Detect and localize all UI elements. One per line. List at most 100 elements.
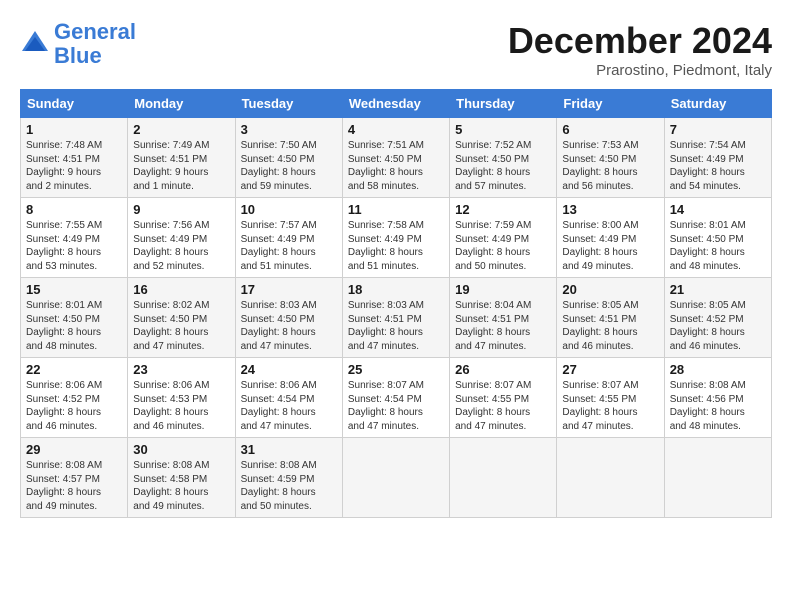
day-number: 21 (670, 282, 766, 297)
day-info: Sunrise: 8:06 AM Sunset: 4:52 PM Dayligh… (26, 379, 122, 433)
calendar-cell: 17 Sunrise: 8:03 AM Sunset: 4:50 PM Dayli… (235, 278, 342, 358)
day-header-wednesday: Wednesday (342, 90, 449, 118)
day-info: Sunrise: 7:51 AM Sunset: 4:50 PM Dayligh… (348, 139, 444, 193)
calendar-cell: 1 Sunrise: 7:48 AM Sunset: 4:51 PM Daylig… (21, 118, 128, 198)
calendar-cell: 19Sunrise: 8:04 AM Sunset: 4:51 PM Dayli… (450, 278, 557, 358)
day-number: 27 (562, 362, 658, 377)
day-info: Sunrise: 7:49 AM Sunset: 4:51 PM Dayligh… (133, 139, 229, 193)
calendar-week-5: 29Sunrise: 8:08 AM Sunset: 4:57 PM Dayli… (21, 438, 772, 518)
logo-text: General Blue (54, 20, 136, 68)
day-info: Sunrise: 8:07 AM Sunset: 4:55 PM Dayligh… (455, 379, 551, 433)
day-number: 17 (241, 282, 337, 297)
calendar-week-4: 22 Sunrise: 8:06 AM Sunset: 4:52 PM Dayli… (21, 358, 772, 438)
calendar-cell: 11Sunrise: 7:58 AM Sunset: 4:49 PM Dayli… (342, 198, 449, 278)
day-info: Sunrise: 8:08 AM Sunset: 4:56 PM Dayligh… (670, 379, 766, 433)
calendar-cell: 23Sunrise: 8:06 AM Sunset: 4:53 PM Dayli… (128, 358, 235, 438)
calendar-cell: 6 Sunrise: 7:53 AM Sunset: 4:50 PM Daylig… (557, 118, 664, 198)
calendar-cell: 7Sunrise: 7:54 AM Sunset: 4:49 PM Daylig… (664, 118, 771, 198)
calendar-cell: 3 Sunrise: 7:50 AM Sunset: 4:50 PM Daylig… (235, 118, 342, 198)
day-number: 9 (133, 202, 229, 217)
calendar-cell: 25Sunrise: 8:07 AM Sunset: 4:54 PM Dayli… (342, 358, 449, 438)
day-info: Sunrise: 7:58 AM Sunset: 4:49 PM Dayligh… (348, 219, 444, 273)
calendar-cell: 26 Sunrise: 8:07 AM Sunset: 4:55 PM Dayli… (450, 358, 557, 438)
day-info: Sunrise: 8:06 AM Sunset: 4:54 PM Dayligh… (241, 379, 337, 433)
day-number: 28 (670, 362, 766, 377)
day-number: 6 (562, 122, 658, 137)
day-info: Sunrise: 8:03 AM Sunset: 4:50 PM Dayligh… (241, 299, 337, 353)
day-number: 15 (26, 282, 122, 297)
day-info: Sunrise: 7:52 AM Sunset: 4:50 PM Dayligh… (455, 139, 551, 193)
calendar-cell (342, 438, 449, 518)
day-header-monday: Monday (128, 90, 235, 118)
day-info: Sunrise: 8:01 AM Sunset: 4:50 PM Dayligh… (670, 219, 766, 273)
day-info: Sunrise: 7:55 AM Sunset: 4:49 PM Dayligh… (26, 219, 122, 273)
day-info: Sunrise: 7:53 AM Sunset: 4:50 PM Dayligh… (562, 139, 658, 193)
calendar-week-3: 15 Sunrise: 8:01 AM Sunset: 4:50 PM Dayli… (21, 278, 772, 358)
day-info: Sunrise: 7:48 AM Sunset: 4:51 PM Dayligh… (26, 139, 122, 193)
calendar-cell: 13Sunrise: 8:00 AM Sunset: 4:49 PM Dayli… (557, 198, 664, 278)
calendar-cell: 27 Sunrise: 8:07 AM Sunset: 4:55 PM Dayli… (557, 358, 664, 438)
day-header-saturday: Saturday (664, 90, 771, 118)
day-number: 30 (133, 442, 229, 457)
calendar-cell: 15 Sunrise: 8:01 AM Sunset: 4:50 PM Dayli… (21, 278, 128, 358)
calendar-week-1: 1 Sunrise: 7:48 AM Sunset: 4:51 PM Daylig… (21, 118, 772, 198)
day-info: Sunrise: 8:08 AM Sunset: 4:59 PM Dayligh… (241, 459, 337, 513)
day-info: Sunrise: 8:07 AM Sunset: 4:55 PM Dayligh… (562, 379, 658, 433)
day-info: Sunrise: 8:05 AM Sunset: 4:51 PM Dayligh… (562, 299, 658, 353)
calendar-cell (664, 438, 771, 518)
day-number: 13 (562, 202, 658, 217)
logo-line2: Blue (54, 43, 102, 68)
calendar-cell: 29Sunrise: 8:08 AM Sunset: 4:57 PM Dayli… (21, 438, 128, 518)
day-number: 20 (562, 282, 658, 297)
day-number: 4 (348, 122, 444, 137)
day-header-tuesday: Tuesday (235, 90, 342, 118)
day-info: Sunrise: 8:03 AM Sunset: 4:51 PM Dayligh… (348, 299, 444, 353)
day-number: 3 (241, 122, 337, 137)
calendar-cell: 22 Sunrise: 8:06 AM Sunset: 4:52 PM Dayli… (21, 358, 128, 438)
calendar-cell: 21 Sunrise: 8:05 AM Sunset: 4:52 PM Dayli… (664, 278, 771, 358)
day-number: 2 (133, 122, 229, 137)
day-number: 1 (26, 122, 122, 137)
day-number: 5 (455, 122, 551, 137)
calendar-cell: 28 Sunrise: 8:08 AM Sunset: 4:56 PM Dayli… (664, 358, 771, 438)
calendar-cell: 10 Sunrise: 7:57 AM Sunset: 4:49 PM Dayli… (235, 198, 342, 278)
day-info: Sunrise: 8:05 AM Sunset: 4:52 PM Dayligh… (670, 299, 766, 353)
day-number: 22 (26, 362, 122, 377)
calendar-table: SundayMondayTuesdayWednesdayThursdayFrid… (20, 89, 772, 518)
day-number: 29 (26, 442, 122, 457)
day-header-friday: Friday (557, 90, 664, 118)
calendar-cell: 4 Sunrise: 7:51 AM Sunset: 4:50 PM Daylig… (342, 118, 449, 198)
title-area: December 2024 Prarostino, Piedmont, Ital… (508, 20, 772, 79)
logo-line1: General (54, 19, 136, 44)
day-info: Sunrise: 8:08 AM Sunset: 4:58 PM Dayligh… (133, 459, 229, 513)
calendar-week-2: 8Sunrise: 7:55 AM Sunset: 4:49 PM Daylig… (21, 198, 772, 278)
calendar-cell: 8Sunrise: 7:55 AM Sunset: 4:49 PM Daylig… (21, 198, 128, 278)
day-info: Sunrise: 7:59 AM Sunset: 4:49 PM Dayligh… (455, 219, 551, 273)
calendar-header: SundayMondayTuesdayWednesdayThursdayFrid… (21, 90, 772, 118)
header: General Blue December 2024 Prarostino, P… (20, 20, 772, 79)
calendar-cell: 30 Sunrise: 8:08 AM Sunset: 4:58 PM Dayli… (128, 438, 235, 518)
day-info: Sunrise: 7:54 AM Sunset: 4:49 PM Dayligh… (670, 139, 766, 193)
day-header-thursday: Thursday (450, 90, 557, 118)
calendar-cell: 18 Sunrise: 8:03 AM Sunset: 4:51 PM Dayli… (342, 278, 449, 358)
day-info: Sunrise: 8:01 AM Sunset: 4:50 PM Dayligh… (26, 299, 122, 353)
calendar-cell: 20 Sunrise: 8:05 AM Sunset: 4:51 PM Dayli… (557, 278, 664, 358)
logo: General Blue (20, 20, 136, 68)
day-number: 31 (241, 442, 337, 457)
calendar-cell: 16Sunrise: 8:02 AM Sunset: 4:50 PM Dayli… (128, 278, 235, 358)
day-number: 23 (133, 362, 229, 377)
day-number: 14 (670, 202, 766, 217)
day-number: 16 (133, 282, 229, 297)
day-info: Sunrise: 8:07 AM Sunset: 4:54 PM Dayligh… (348, 379, 444, 433)
day-info: Sunrise: 7:57 AM Sunset: 4:49 PM Dayligh… (241, 219, 337, 273)
calendar-body: 1 Sunrise: 7:48 AM Sunset: 4:51 PM Daylig… (21, 118, 772, 518)
day-info: Sunrise: 8:04 AM Sunset: 4:51 PM Dayligh… (455, 299, 551, 353)
day-number: 12 (455, 202, 551, 217)
day-info: Sunrise: 7:56 AM Sunset: 4:49 PM Dayligh… (133, 219, 229, 273)
day-number: 26 (455, 362, 551, 377)
day-number: 10 (241, 202, 337, 217)
day-number: 18 (348, 282, 444, 297)
calendar-cell: 14 Sunrise: 8:01 AM Sunset: 4:50 PM Dayli… (664, 198, 771, 278)
day-info: Sunrise: 7:50 AM Sunset: 4:50 PM Dayligh… (241, 139, 337, 193)
calendar-cell: 31 Sunrise: 8:08 AM Sunset: 4:59 PM Dayli… (235, 438, 342, 518)
